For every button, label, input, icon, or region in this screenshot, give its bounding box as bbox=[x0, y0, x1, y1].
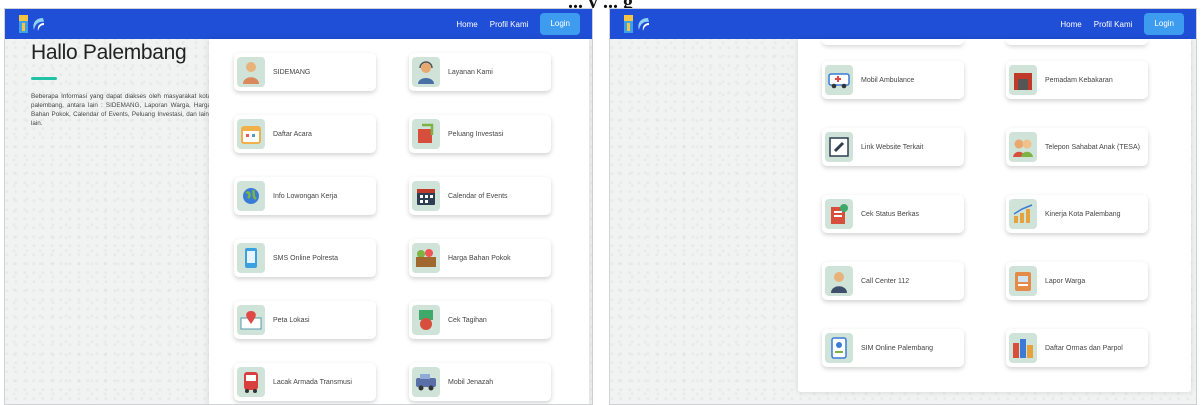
service-card[interactable]: Mobil Jenazah bbox=[409, 363, 551, 401]
service-label: Daftar Acara bbox=[273, 130, 312, 138]
service-card[interactable]: Telepon Sahabat Anak (TESA) bbox=[1006, 128, 1148, 166]
intro-title: Hallo Palembang bbox=[31, 41, 187, 64]
service-card[interactable]: Cek Status Berkas bbox=[822, 195, 964, 233]
nav-home-link[interactable]: Home bbox=[456, 20, 477, 29]
service-card[interactable]: Lacak Armada Transmusi bbox=[234, 363, 376, 401]
service-label: Layanan Kami bbox=[448, 68, 493, 76]
nav-menu: Home Profil Kami Login bbox=[456, 13, 580, 35]
food-crate-icon bbox=[412, 243, 440, 273]
city-emblem-icon bbox=[624, 15, 633, 33]
operator-icon bbox=[825, 266, 853, 296]
service-card[interactable]: Peluang Investasi bbox=[409, 115, 551, 153]
service-label: SIDEMANG bbox=[273, 68, 311, 76]
service-card[interactable]: SMS Online Polresta bbox=[234, 239, 376, 277]
service-label: Lapor Warga bbox=[1045, 277, 1086, 285]
id-card-icon bbox=[825, 333, 853, 363]
service-label: Peta Lokasi bbox=[273, 316, 310, 324]
service-card[interactable]: Layanan Kami bbox=[409, 53, 551, 91]
calendar-list-icon bbox=[237, 119, 265, 149]
nav-menu: Home Profil Kami Login bbox=[1060, 13, 1184, 35]
screenshot-right: Home Profil Kami Login Mobil Ambulance P… bbox=[609, 8, 1197, 405]
service-label: Info Lowongan Kerja bbox=[273, 192, 338, 200]
figure-heading: ... y ... g bbox=[0, 0, 1201, 8]
job-globe-icon bbox=[237, 181, 265, 211]
service-card[interactable]: Info Lowongan Kerja bbox=[234, 177, 376, 215]
navbar: Home Profil Kami Login bbox=[610, 9, 1196, 39]
intro-text: Beberapa Informasi yang dapat diakses ol… bbox=[31, 93, 211, 127]
service-card[interactable]: SIM Online Palembang bbox=[822, 329, 964, 367]
services-panel: SIDEMANG Layanan Kami Daftar Acara Pelua… bbox=[209, 39, 589, 404]
site-logo[interactable] bbox=[624, 15, 650, 33]
vehicle-icon bbox=[412, 367, 440, 397]
service-label: Peluang Investasi bbox=[448, 130, 504, 138]
login-button[interactable]: Login bbox=[540, 13, 580, 35]
bill-icon bbox=[412, 305, 440, 335]
bus-icon bbox=[237, 367, 265, 397]
fire-station-icon bbox=[1009, 65, 1037, 95]
link-icon bbox=[825, 132, 853, 162]
login-button[interactable]: Login bbox=[1144, 13, 1184, 35]
service-label: Kinerja Kota Palembang bbox=[1045, 210, 1121, 218]
nav-profile-link[interactable]: Profil Kami bbox=[490, 20, 529, 29]
service-label: Calendar of Events bbox=[448, 192, 508, 200]
children-icon bbox=[1009, 132, 1037, 162]
service-card[interactable]: Call Center 112 bbox=[822, 262, 964, 300]
service-card[interactable]: Mobil Ambulance bbox=[822, 61, 964, 99]
nav-profile-link[interactable]: Profil Kami bbox=[1094, 20, 1133, 29]
organization-icon bbox=[1009, 333, 1037, 363]
screenshot-left: Home Profil Kami Login Hallo Palembang B… bbox=[4, 8, 593, 405]
calendar-icon bbox=[412, 181, 440, 211]
service-label: Harga Bahan Pokok bbox=[448, 254, 511, 262]
service-card[interactable]: Kinerja Kota Palembang bbox=[1006, 195, 1148, 233]
service-label: Mobil Ambulance bbox=[861, 76, 915, 84]
service-card[interactable]: Link Website Terkait bbox=[822, 128, 964, 166]
title-accent-bar bbox=[31, 77, 57, 80]
service-label: Mobil Jenazah bbox=[448, 378, 494, 386]
ambulance-icon bbox=[825, 65, 853, 95]
service-card[interactable]: SIDEMANG bbox=[234, 53, 376, 91]
investment-icon bbox=[412, 119, 440, 149]
person-icon bbox=[237, 57, 265, 87]
phone-icon bbox=[237, 243, 265, 273]
service-card[interactable]: Daftar Acara bbox=[234, 115, 376, 153]
service-card[interactable]: Cek Tagihan bbox=[409, 301, 551, 339]
map-pin-icon bbox=[237, 305, 265, 335]
growth-chart-icon bbox=[1009, 199, 1037, 229]
wave-logo-icon bbox=[638, 18, 649, 31]
service-label: Pemadam Kebakaran bbox=[1045, 76, 1113, 84]
service-label: SMS Online Polresta bbox=[273, 254, 338, 262]
service-card[interactable]: Harga Bahan Pokok bbox=[409, 239, 551, 277]
service-label: Cek Status Berkas bbox=[861, 210, 919, 218]
services-panel: Mobil Ambulance Pemadam Kebakaran Link W… bbox=[798, 39, 1191, 392]
document-check-icon bbox=[825, 199, 853, 229]
service-label: SIM Online Palembang bbox=[861, 344, 933, 352]
page: ... y ... g Home Profil Kami Login Hallo… bbox=[0, 0, 1201, 405]
service-label: Link Website Terkait bbox=[861, 143, 924, 151]
navbar: Home Profil Kami Login bbox=[5, 9, 592, 39]
wave-logo-icon bbox=[33, 18, 44, 31]
service-label: Daftar Ormas dan Parpol bbox=[1045, 344, 1123, 352]
intro-section: Hallo Palembang Beberapa Informasi yang … bbox=[31, 41, 211, 128]
city-emblem-icon bbox=[19, 15, 28, 33]
service-card[interactable]: Lapor Warga bbox=[1006, 262, 1148, 300]
service-card[interactable]: Peta Lokasi bbox=[234, 301, 376, 339]
nav-home-link[interactable]: Home bbox=[1060, 20, 1081, 29]
site-logo[interactable] bbox=[19, 15, 45, 33]
service-card[interactable]: Calendar of Events bbox=[409, 177, 551, 215]
card-peek bbox=[822, 39, 964, 45]
service-label: Lacak Armada Transmusi bbox=[273, 378, 352, 386]
service-label: Telepon Sahabat Anak (TESA) bbox=[1045, 143, 1140, 151]
service-label: Cek Tagihan bbox=[448, 316, 487, 324]
card-peek bbox=[1006, 39, 1148, 45]
service-card[interactable]: Daftar Ormas dan Parpol bbox=[1006, 329, 1148, 367]
customer-service-icon bbox=[412, 57, 440, 87]
service-card[interactable]: Pemadam Kebakaran bbox=[1006, 61, 1148, 99]
service-label: Call Center 112 bbox=[861, 277, 910, 285]
report-icon bbox=[1009, 266, 1037, 296]
